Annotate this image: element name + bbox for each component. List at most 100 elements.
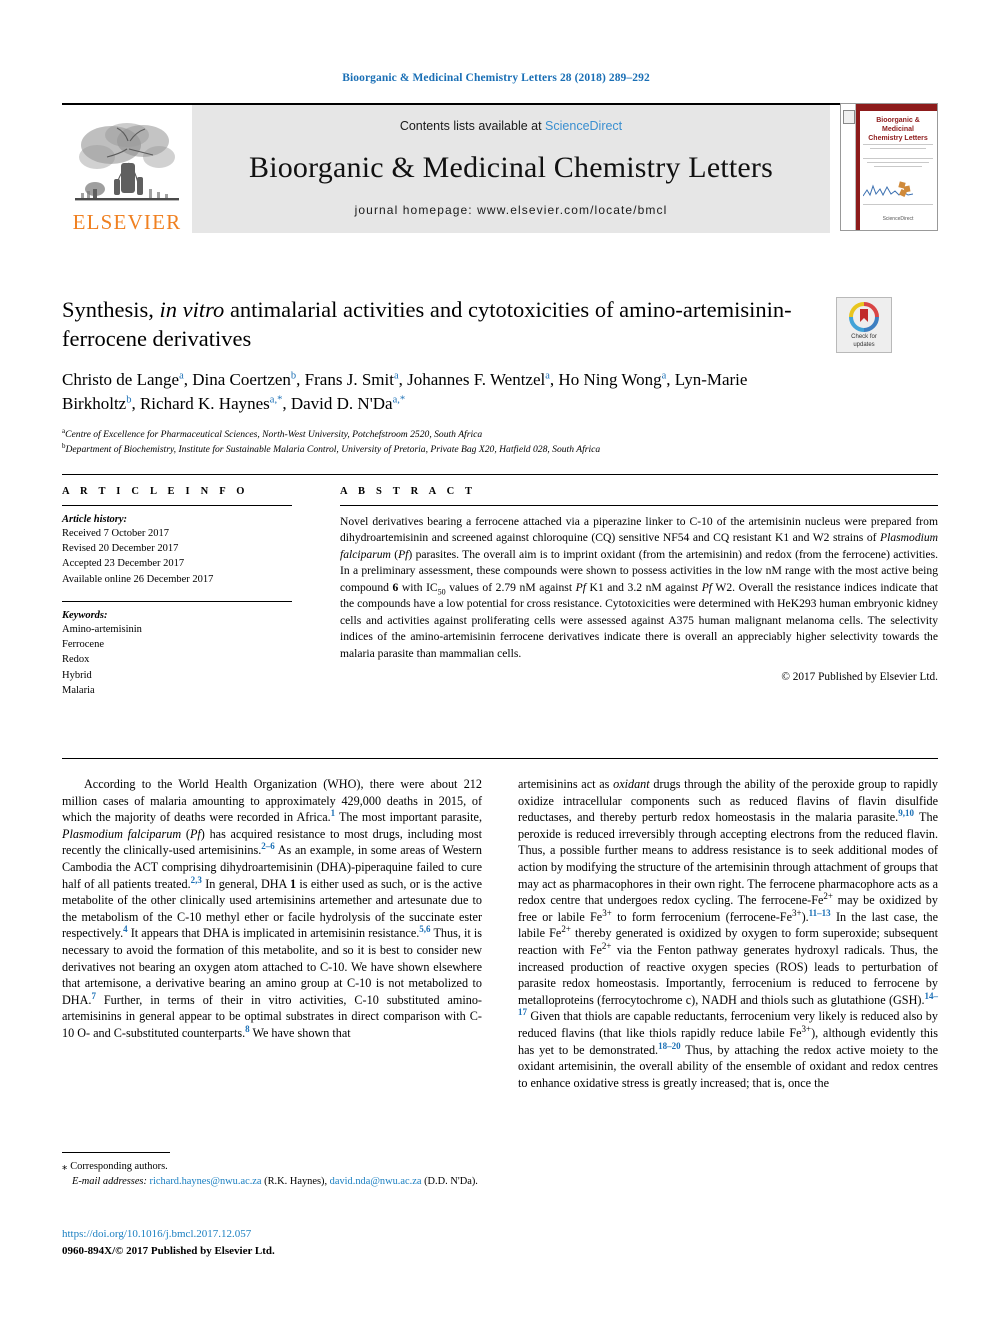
- affiliation-item: bDepartment of Biochemistry, Institute f…: [62, 441, 601, 455]
- citation-reference[interactable]: 9,10: [898, 808, 914, 818]
- article-history-item: Revised 20 December 2017: [62, 543, 179, 555]
- corresponding-author-footnote: ⁎ Corresponding authors. E-mail addresses…: [62, 1152, 482, 1189]
- elsevier-logo: ELSEVIER: [62, 105, 192, 233]
- text-run: artemisinins act as: [518, 777, 614, 791]
- journal-title: Bioorganic & Medicinal Chemistry Letters: [248, 151, 773, 184]
- text-run: ).: [801, 909, 809, 924]
- corresponding-authors-line: ⁎ Corresponding authors.: [62, 1160, 482, 1175]
- keyword-item: Redox: [62, 654, 90, 666]
- crossmark-badge[interactable]: Check for updates: [836, 297, 892, 353]
- journal-homepage-link[interactable]: journal homepage: www.elsevier.com/locat…: [355, 203, 668, 217]
- text-run: Pf: [575, 580, 586, 594]
- cover-elsevier-icon: [843, 110, 855, 124]
- citation-reference[interactable]: 11–13: [809, 908, 831, 918]
- text-run: Pf: [701, 580, 713, 594]
- abstract-rule: [340, 505, 938, 506]
- sciencedirect-link[interactable]: ScienceDirect: [545, 119, 622, 133]
- abstract-copyright: © 2017 Published by Elsevier Ltd.: [781, 671, 938, 684]
- keywords-list: Amino-artemisinin Ferrocene Redox Hybrid Mal…: [62, 622, 292, 698]
- citation-reference[interactable]: 18–20: [658, 1040, 681, 1050]
- author-affiliation-marker: a: [179, 369, 184, 381]
- text-run: 50: [437, 587, 446, 597]
- elsevier-wordmark: ELSEVIER: [72, 210, 182, 234]
- author-affiliation-marker: b: [290, 369, 297, 381]
- article-page: Bioorganic & Medicinal Chemistry Letters…: [0, 0, 992, 1323]
- article-info-heading: A R T I C L E I N F O: [62, 486, 249, 497]
- text-run: Pf: [398, 547, 409, 561]
- author-name: Christo de Lange: [62, 369, 180, 389]
- text-run: values of 2.79 nM against: [445, 580, 576, 594]
- article-history-list: Received 7 October 2017 Revised 20 Decemb…: [62, 526, 292, 587]
- citation-reference[interactable]: 5,6: [419, 924, 430, 934]
- email-addresses-line: E-mail addresses: richard.haynes@nwu.ac.…: [72, 1175, 478, 1187]
- keyword-item: Hybrid: [62, 669, 92, 681]
- article-history-label: Article history:: [62, 514, 128, 525]
- contents-lists-line: Contents lists available at ScienceDirec…: [400, 119, 622, 133]
- article-history-item: Available online 26 December 2017: [62, 573, 214, 585]
- author-name: Frans J. Smit: [304, 369, 394, 389]
- citation-reference[interactable]: 2,3: [191, 875, 202, 885]
- text-run: 3+: [791, 907, 802, 918]
- footnote-star-marker: ⁎: [62, 1161, 68, 1172]
- cover-footer-text: ScienceDirect: [882, 215, 914, 222]
- keywords-label: Keywords:: [62, 609, 108, 621]
- text-run: with IC: [398, 580, 438, 594]
- keyword-item: Amino-artemisinin: [62, 623, 142, 635]
- crossmark-icon: [849, 302, 879, 332]
- text-run: Pf: [189, 826, 201, 841]
- text-run: 2+: [561, 924, 571, 935]
- contents-prefix: Contents lists available at: [399, 119, 546, 133]
- text-run: The most important parasite,: [335, 810, 482, 825]
- corresponding-authors-text: Corresponding authors.: [70, 1161, 168, 1172]
- author-list: Christo de Langea, Dina Coertzenb, Frans…: [62, 369, 748, 414]
- text-run: 2+: [823, 891, 833, 902]
- page-title: Synthesis, in vitro antimalarial activit…: [62, 297, 792, 352]
- journal-band: Contents lists available at ScienceDirec…: [192, 105, 830, 233]
- author-name: Ho Ning Wong: [558, 369, 662, 389]
- email-link-haynes[interactable]: richard.haynes@nwu.ac.za: [150, 1176, 262, 1187]
- text-run: Novel derivatives bearing a ferrocene at…: [340, 515, 938, 545]
- email-label: E-mail addresses:: [72, 1175, 147, 1187]
- email-owner-nda: (D.D. N'Da).: [424, 1175, 478, 1187]
- abstract-text: Novel derivatives bearing a ferrocene at…: [340, 514, 938, 662]
- journal-cover-thumbnail: Bioorganic & Medicinal Chemistry Letters: [840, 103, 938, 233]
- cover-title: Bioorganic & Medicinal Chemistry Letters: [868, 117, 928, 142]
- cover-spectrum-graphic: [863, 181, 913, 197]
- author-affiliation-marker: a: [545, 369, 550, 381]
- body-left-column: According to the World Health Organizati…: [62, 776, 482, 1091]
- journal-masthead: ELSEVIER Contents lists available at Sci…: [62, 103, 938, 233]
- text-run: 3+: [602, 907, 612, 918]
- issn-copyright-line: 0960-894X/© 2017 Published by Elsevier L…: [62, 1245, 275, 1257]
- affiliation-list: aCentre of Excellence for Pharmaceutical…: [62, 427, 802, 458]
- footnote-rule: [62, 1152, 170, 1153]
- doi-link[interactable]: https://doi.org/10.1016/j.bmcl.2017.12.0…: [62, 1228, 482, 1240]
- body-columns: According to the World Health Organizati…: [62, 776, 938, 1091]
- running-head: Bioorganic & Medicinal Chemistry Letters…: [342, 72, 650, 84]
- article-history-item: Accepted 23 December 2017: [62, 558, 185, 570]
- article-info-rule: [62, 505, 292, 506]
- info-section-top-rule: [62, 474, 938, 475]
- keywords-rule: [62, 600, 292, 602]
- text-run: oxidant: [613, 777, 650, 791]
- author-name: Johannes F. Wentzel: [407, 369, 546, 389]
- text-run: (: [181, 826, 190, 841]
- email-link-nda[interactable]: david.nda@nwu.ac.za: [330, 1176, 422, 1187]
- author-affiliation-marker: b: [126, 394, 132, 406]
- crossmark-label: Check for updates: [851, 334, 877, 348]
- text-run: Plasmodium falciparum: [62, 826, 182, 841]
- abstract-bottom-rule: [62, 758, 938, 759]
- citation-reference[interactable]: 2–6: [261, 841, 275, 851]
- author-name: David D. N'Da: [290, 394, 393, 414]
- text-run: to form ferrocenium (ferrocene-Fe: [611, 909, 792, 924]
- abstract-column: A B S T R A C T Novel derivatives bearin…: [340, 486, 938, 683]
- author-name: Dina Coertzen: [192, 369, 291, 389]
- author-affiliation-marker: a: [661, 369, 667, 381]
- email-owner-haynes: (R.K. Haynes): [264, 1175, 325, 1187]
- article-info-column: A R T I C L E I N F O Article history: R…: [62, 486, 292, 698]
- text-run: We have shown that: [249, 1025, 351, 1040]
- body-paragraph-right: artemisinins act as oxidant drugs throug…: [518, 776, 938, 1091]
- text-run: 3+: [801, 1023, 812, 1034]
- author-affiliation-marker: a,*: [269, 394, 283, 406]
- text-run: It appears that DHA is implicated in art…: [127, 926, 420, 941]
- elsevier-tree-icon: [75, 123, 179, 201]
